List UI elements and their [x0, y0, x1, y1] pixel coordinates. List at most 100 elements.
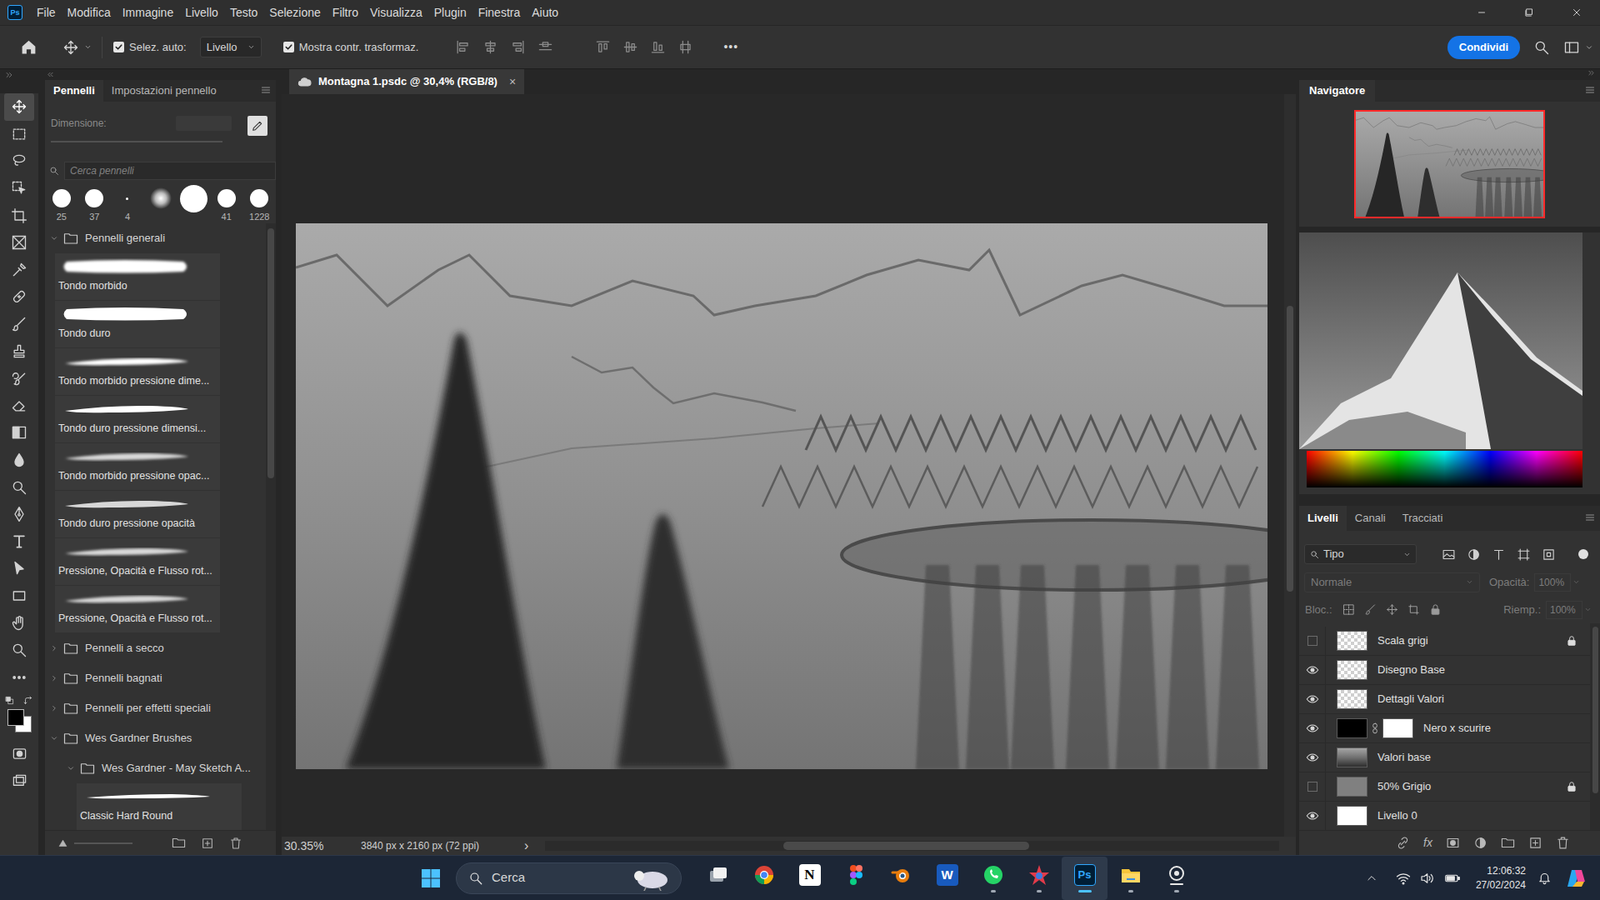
taskbar-app[interactable]: [740, 856, 787, 900]
windows-start-icon[interactable]: [420, 868, 441, 889]
layer-row[interactable]: Disegno Base: [1299, 655, 1590, 685]
new-brush-icon[interactable]: [200, 836, 215, 850]
layer-name[interactable]: Scala grigi: [1377, 632, 1565, 650]
image-filter-icon[interactable]: [1441, 547, 1456, 562]
caret-icon[interactable]: [1585, 43, 1594, 52]
menu-item[interactable]: Plugin: [428, 0, 473, 25]
size-input[interactable]: [175, 115, 232, 131]
brush-folder-row[interactable]: Pennelli generali: [45, 223, 263, 254]
type-filter-icon[interactable]: [1491, 547, 1506, 562]
adjustment-layer-icon[interactable]: [1473, 835, 1488, 850]
new-group-icon[interactable]: [1500, 835, 1515, 850]
menu-item[interactable]: Visualizza: [364, 0, 429, 25]
notifications-icon[interactable]: [1537, 870, 1552, 885]
opacity-field[interactable]: 100%: [1534, 573, 1571, 592]
visibility-toggle[interactable]: [1299, 801, 1326, 831]
layer-style-button[interactable]: fx: [1423, 834, 1433, 852]
tool-button[interactable]: [4, 446, 35, 475]
tool-button[interactable]: [4, 201, 35, 230]
chevron-right-icon[interactable]: [50, 704, 59, 713]
brush-item[interactable]: Tondo morbido pressione opac...: [55, 443, 220, 490]
chevron-down-icon[interactable]: [50, 734, 59, 743]
lock-artboard-icon[interactable]: [1407, 603, 1420, 616]
tool-button[interactable]: [4, 636, 35, 665]
brush-row[interactable]: Pressione, Opacità e Flusso rot...: [45, 585, 263, 634]
layer-name[interactable]: Disegno Base: [1377, 661, 1565, 679]
brush-folder-row[interactable]: Wes Gardner Brushes: [45, 723, 263, 754]
zoom-level[interactable]: 30.35%: [284, 837, 335, 855]
layer-row[interactable]: Dettagli Valori: [1299, 685, 1590, 715]
tool-button[interactable]: [4, 473, 35, 501]
align-icon[interactable]: [650, 39, 666, 55]
size-slider[interactable]: [50, 140, 223, 143]
target-dropdown[interactable]: Livello: [200, 36, 262, 58]
taskbar-search[interactable]: Cerca: [455, 862, 682, 895]
wifi-icon[interactable]: [1395, 870, 1411, 886]
battery-icon[interactable]: [1444, 870, 1461, 886]
brush-preset[interactable]: 1228: [242, 185, 276, 224]
navigator-view-frame[interactable]: [1354, 110, 1545, 219]
swap-colors-icon[interactable]: [23, 695, 34, 706]
brush-scrollbar[interactable]: [265, 223, 276, 830]
tool-button[interactable]: [4, 120, 35, 149]
tool-button[interactable]: [4, 283, 35, 311]
chevron-down-icon[interactable]: [50, 234, 59, 243]
layer-mask-icon[interactable]: [1445, 835, 1460, 850]
layer-filter-dropdown[interactable]: Tipo: [1304, 544, 1417, 565]
copilot-icon[interactable]: [1565, 867, 1587, 890]
taskbar-app[interactable]: [695, 856, 741, 900]
lock-transparency-icon[interactable]: [1342, 603, 1355, 616]
more-options[interactable]: •••: [723, 38, 739, 56]
layer-row[interactable]: Scala grigi: [1299, 626, 1590, 656]
brush-preset[interactable]: 25: [45, 185, 79, 224]
tool-button[interactable]: [4, 555, 35, 583]
taskbar-app[interactable]: [1107, 856, 1154, 900]
adjustment-filter-icon[interactable]: [1466, 547, 1481, 562]
visibility-toggle[interactable]: [1299, 685, 1326, 715]
quick-mask-icon[interactable]: [11, 745, 28, 762]
tool-button[interactable]: [4, 419, 35, 447]
tool-button[interactable]: [4, 609, 35, 637]
brush-item[interactable]: Classic Hard Round: [76, 783, 242, 830]
chevron-down-icon[interactable]: [66, 764, 75, 773]
link-icon[interactable]: [1370, 722, 1380, 735]
align-icon[interactable]: [455, 39, 471, 55]
clock[interactable]: 12:06:3227/02/2024: [1475, 864, 1526, 893]
layer-name[interactable]: 50% Grigio: [1377, 778, 1565, 795]
shape-filter-icon[interactable]: [1516, 547, 1531, 562]
brush-search-input[interactable]: [64, 161, 276, 180]
menu-item[interactable]: Immagine: [116, 0, 180, 25]
brush-row[interactable]: Tondo morbido pressione dime...: [45, 348, 263, 396]
visibility-toggle[interactable]: [1299, 714, 1326, 744]
taskbar-app[interactable]: [1015, 856, 1062, 900]
tool-button[interactable]: [4, 93, 35, 121]
panel-tab[interactable]: Canali: [1346, 505, 1395, 531]
taskbar-app[interactable]: Ps: [1061, 856, 1108, 900]
close-tab-button[interactable]: ×: [509, 73, 516, 91]
brush-row[interactable]: Tondo duro pressione opacità: [45, 490, 263, 539]
collapse-icon[interactable]: [1587, 69, 1595, 77]
menu-item[interactable]: Aiuto: [525, 0, 565, 25]
tool-button[interactable]: [4, 310, 35, 339]
taskbar-app[interactable]: W: [924, 856, 970, 900]
horizontal-scrollbar[interactable]: [545, 840, 1280, 851]
panel-tab[interactable]: Livelli: [1299, 505, 1347, 531]
layer-row[interactable]: Nero x scurire: [1299, 714, 1590, 744]
chevron-right-icon[interactable]: [50, 644, 59, 653]
blend-mode-dropdown[interactable]: Normale: [1304, 572, 1480, 593]
visibility-toggle[interactable]: [1299, 772, 1326, 802]
layer-row[interactable]: 50% Grigio: [1299, 772, 1590, 802]
volume-icon[interactable]: [1419, 870, 1435, 886]
checkbox[interactable]: [283, 41, 295, 53]
align-icon[interactable]: [622, 39, 639, 55]
tool-button[interactable]: [4, 582, 35, 610]
layer-name[interactable]: Valori base: [1377, 749, 1565, 766]
menu-item[interactable]: Livello: [179, 0, 225, 25]
layer-name[interactable]: Livello 0: [1377, 807, 1565, 825]
default-colors-icon[interactable]: [5, 695, 15, 705]
brush-item[interactable]: Pressione, Opacità e Flusso rot...: [55, 585, 220, 633]
menu-item[interactable]: Selezione: [263, 0, 327, 25]
tool-button[interactable]: [4, 528, 35, 556]
smart-object-filter-icon[interactable]: [1541, 547, 1556, 562]
panel-menu-icon[interactable]: [1585, 85, 1595, 95]
